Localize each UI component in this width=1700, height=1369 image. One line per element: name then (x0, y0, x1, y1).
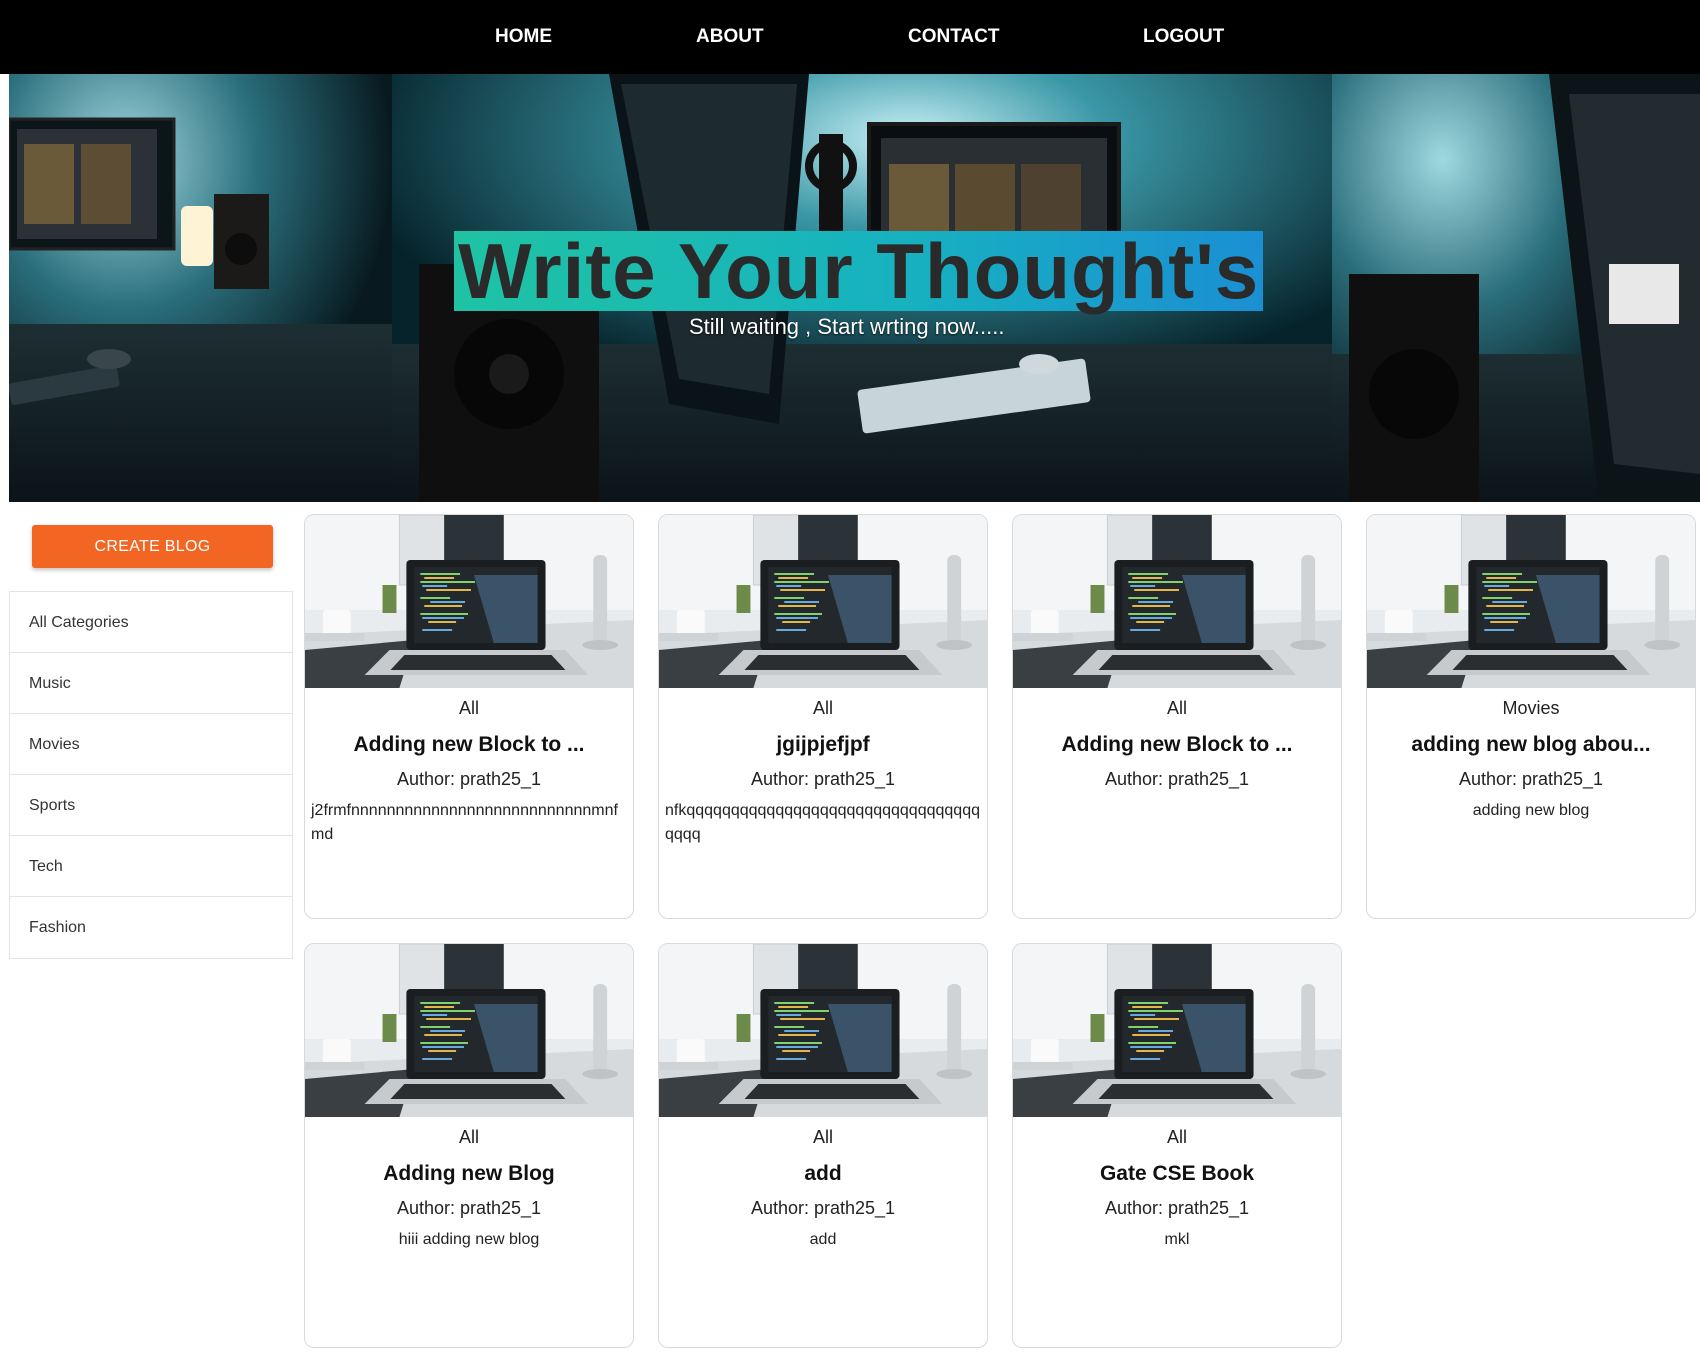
blog-card-description: add (809, 1231, 837, 1248)
create-blog-button[interactable]: CREATE BLOG (32, 525, 273, 568)
blog-card[interactable]: All Adding new Blog Author: prath25_1 hi… (304, 943, 634, 1348)
blog-card-description: nfkqqqqqqqqqqqqqqqqqqqqqqqqqqqqqqqqqqqqq (665, 802, 980, 843)
blog-card-author: Author: prath25_1 (750, 769, 896, 789)
blog-card-image (1013, 515, 1341, 688)
blog-card-description: mkl (1164, 1231, 1190, 1248)
blog-card[interactable]: Movies adding new blog abou... Author: p… (1366, 514, 1696, 919)
blog-card-author: Author: prath25_1 (396, 769, 542, 789)
blog-card[interactable]: All jgijpjefjpf Author: prath25_1 nfkqqq… (658, 514, 988, 919)
blog-card-title: Gate CSE Book (1099, 1162, 1255, 1185)
blog-card-title: jgijpjefjpf (776, 733, 870, 756)
blog-card-title: adding new blog abou... (1411, 733, 1651, 756)
blog-card-image (305, 515, 633, 688)
blog-card-image (305, 944, 633, 1117)
blog-card-description: adding new blog (1472, 802, 1590, 819)
blog-card-author: Author: prath25_1 (1104, 769, 1250, 789)
top-navigation: HOME ABOUT CONTACT LOGOUT (0, 0, 1700, 74)
blog-card[interactable]: All Gate CSE Book Author: prath25_1 mkl (1012, 943, 1342, 1348)
blog-card-category: All (458, 698, 479, 718)
blog-card-image (1367, 515, 1695, 688)
blog-card-title: Adding new Blog (383, 1162, 555, 1185)
blog-card-title: add (804, 1162, 842, 1185)
category-music[interactable]: Music (10, 653, 292, 714)
blog-card[interactable]: All Adding new Block to ... Author: prat… (304, 514, 634, 919)
nav-home-link[interactable]: HOME (495, 0, 552, 74)
hero-banner: Write Your Thought's Still waiting , Sta… (9, 74, 1700, 502)
blog-card-author: Author: prath25_1 (750, 1198, 896, 1218)
blog-card-title: Adding new Block to ... (1061, 733, 1293, 756)
category-fashion[interactable]: Fashion (10, 897, 292, 958)
blog-card-category: All (812, 1127, 833, 1147)
blog-card-image (1013, 944, 1341, 1117)
blog-card-category: Movies (1502, 698, 1560, 718)
blog-card[interactable]: All add Author: prath25_1 add (658, 943, 988, 1348)
blog-card-category: All (458, 1127, 479, 1147)
blog-card-description: j2frmfnnnnnnnnnnnnnnnnnnnnnnnnnnnmnfmd (311, 802, 618, 843)
nav-logout-link[interactable]: LOGOUT (1143, 0, 1224, 74)
blog-card-author: Author: prath25_1 (1458, 769, 1604, 789)
blog-card-image (659, 515, 987, 688)
blog-card-image (659, 944, 987, 1117)
hero-title-highlight: Write Your Thought's (454, 227, 1264, 315)
nav-contact-link[interactable]: CONTACT (908, 0, 999, 74)
blog-card-category: All (1166, 698, 1187, 718)
blog-card-category: All (812, 698, 833, 718)
nav-about-link[interactable]: ABOUT (696, 0, 764, 74)
blog-card[interactable]: All Adding new Block to ... Author: prat… (1012, 514, 1342, 919)
category-all[interactable]: All Categories (10, 592, 292, 653)
category-list: All Categories Music Movies Sports Tech … (9, 591, 293, 959)
category-sports[interactable]: Sports (10, 775, 292, 836)
hero-subtitle: Still waiting , Start wrting now..... (689, 314, 1005, 339)
blog-card-title: Adding new Block to ... (353, 733, 585, 756)
blog-card-author: Author: prath25_1 (1104, 1198, 1250, 1218)
category-tech[interactable]: Tech (10, 836, 292, 897)
blog-card-description: hiii adding new blog (398, 1231, 540, 1248)
blog-card-category: All (1166, 1127, 1187, 1147)
hero-title: Write Your Thought's (458, 227, 1260, 315)
blog-card-author: Author: prath25_1 (396, 1198, 542, 1218)
category-movies[interactable]: Movies (10, 714, 292, 775)
